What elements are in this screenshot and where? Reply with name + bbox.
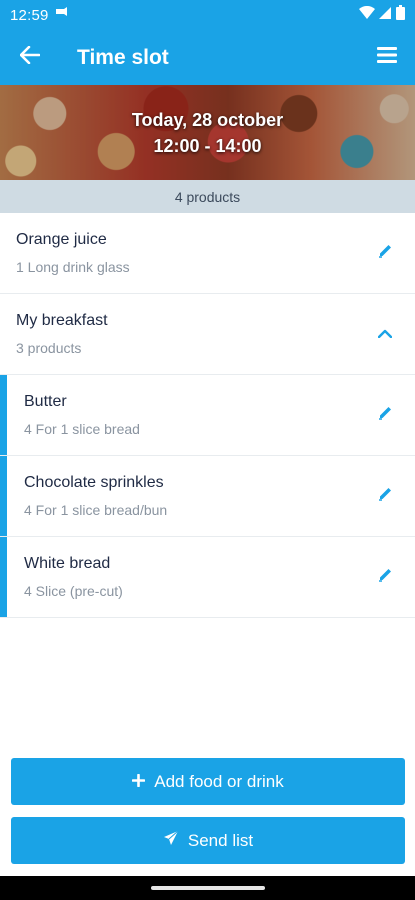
- system-nav-bar: [0, 876, 415, 900]
- chevron-up-icon: [377, 325, 393, 343]
- wifi-icon: [359, 5, 375, 25]
- add-food-label: Add food or drink: [154, 771, 284, 791]
- list-item[interactable]: Butter 4 For 1 slice bread: [0, 375, 415, 456]
- plus-icon: [131, 772, 146, 792]
- page-title: Time slot: [77, 45, 169, 69]
- collapse-button[interactable]: [355, 294, 415, 375]
- banner-time-range: 12:00 - 14:00: [153, 135, 262, 156]
- item-subtitle: 4 For 1 slice bread/bun: [24, 502, 168, 518]
- product-count-bar: 4 products: [0, 180, 415, 213]
- home-gesture-handle[interactable]: [150, 886, 265, 890]
- item-subtitle: 4 For 1 slice bread: [24, 421, 140, 437]
- paper-plane-icon: [163, 830, 179, 851]
- edit-button[interactable]: [355, 456, 415, 537]
- item-subtitle: 4 Slice (pre-cut): [24, 583, 123, 599]
- app-bar: Time slot: [0, 30, 415, 85]
- edit-button[interactable]: [355, 537, 415, 618]
- item-title: Butter: [24, 393, 67, 410]
- signal-icon: [379, 6, 392, 25]
- pencil-icon: [378, 486, 393, 506]
- group-title: My breakfast: [16, 312, 108, 329]
- status-time: 12:59: [10, 6, 49, 24]
- pencil-icon: [378, 567, 393, 587]
- menu-button[interactable]: [359, 30, 415, 85]
- edit-button[interactable]: [355, 213, 415, 294]
- list-item[interactable]: White bread 4 Slice (pre-cut): [0, 537, 415, 618]
- battery-icon: [396, 5, 405, 25]
- product-list: Orange juice 1 Long drink glass My break…: [0, 213, 415, 618]
- time-slot-banner: Today, 28 october 12:00 - 14:00: [0, 85, 415, 180]
- group-children: Butter 4 For 1 slice bread Chocolate spr…: [0, 375, 415, 618]
- group-subtitle: 3 products: [16, 340, 82, 356]
- notification-icon: [55, 6, 69, 24]
- back-button[interactable]: [0, 30, 60, 85]
- product-count: 4 products: [174, 188, 241, 205]
- item-title: White bread: [24, 555, 111, 572]
- pencil-icon: [378, 405, 393, 425]
- item-title: Orange juice: [16, 231, 107, 248]
- list-item-group[interactable]: My breakfast 3 products: [0, 294, 415, 375]
- list-item[interactable]: Chocolate sprinkles 4 For 1 slice bread/…: [0, 456, 415, 537]
- pencil-icon: [378, 243, 393, 263]
- banner-date: Today, 28 october: [131, 109, 284, 130]
- status-bar: 12:59: [0, 0, 415, 30]
- item-title: Chocolate sprinkles: [24, 474, 164, 491]
- send-list-button[interactable]: Send list: [11, 817, 405, 864]
- send-list-label: Send list: [187, 830, 254, 850]
- arrow-back-icon: [19, 45, 41, 69]
- hamburger-menu-icon: [377, 47, 397, 68]
- add-food-button[interactable]: Add food or drink: [11, 758, 405, 805]
- list-item[interactable]: Orange juice 1 Long drink glass: [0, 213, 415, 294]
- item-subtitle: 1 Long drink glass: [16, 259, 130, 275]
- edit-button[interactable]: [355, 375, 415, 456]
